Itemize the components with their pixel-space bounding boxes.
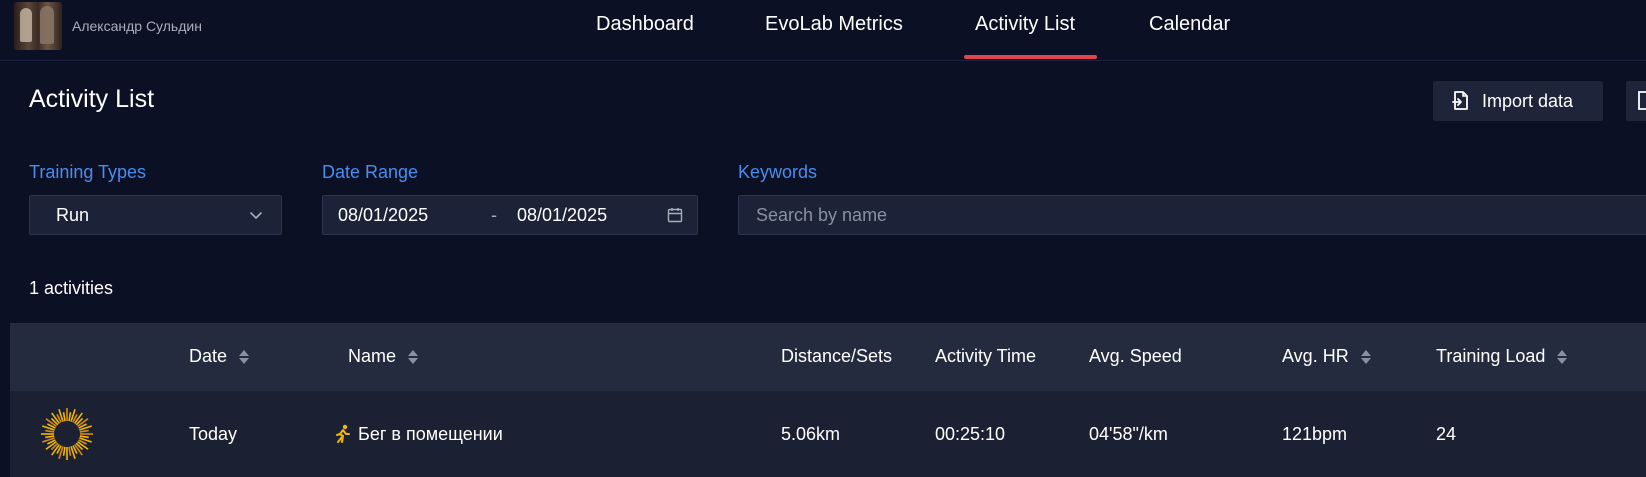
sun-ray: [62, 412, 66, 422]
export-button[interactable]: [1626, 81, 1646, 121]
column-header-activity-time: Activity Time: [935, 346, 1037, 366]
date-separator: -: [491, 205, 497, 225]
search-input[interactable]: [754, 203, 1638, 227]
activity-training-load: 24: [1436, 424, 1457, 444]
column-header-avg-speed: Avg. Speed: [1089, 346, 1182, 366]
date-range-picker[interactable]: 08/01/2025 - 08/01/2025: [322, 195, 698, 235]
avatar[interactable]: [14, 2, 62, 50]
nav-calendar[interactable]: Calendar: [1149, 13, 1230, 36]
nav-activity-list[interactable]: Activity List: [975, 13, 1075, 36]
sun-ray: [45, 429, 55, 433]
keywords-label: Keywords: [738, 162, 818, 182]
chevron-down-icon: [249, 208, 263, 222]
activity-avg-hr: 121bpm: [1282, 424, 1348, 444]
sun-burst-icon: [40, 407, 94, 461]
nav-active-indicator: [964, 55, 1097, 59]
keywords-search-field[interactable]: [738, 195, 1646, 235]
training-types-label: Training Types: [29, 162, 147, 182]
column-header-avg-hr[interactable]: Avg. HR: [1282, 346, 1371, 367]
nav-evolab-metrics[interactable]: EvoLab Metrics: [765, 13, 903, 36]
sun-ray: [79, 435, 89, 439]
activity-avg-speed: 04'58"/km: [1089, 424, 1168, 444]
import-data-button[interactable]: Import data: [1433, 81, 1603, 121]
sort-icon[interactable]: [1557, 349, 1568, 364]
sun-ray: [45, 435, 55, 439]
import-file-icon: [1452, 91, 1470, 111]
page-title: Activity List: [29, 85, 155, 113]
training-type-value: Run: [56, 204, 90, 225]
activity-time: 00:25:10: [935, 424, 1006, 444]
sun-ray: [79, 429, 89, 433]
column-header-name[interactable]: Name: [348, 346, 419, 367]
column-header-distance: Distance/Sets: [781, 346, 893, 366]
user-profile[interactable]: Александр Сульдин: [14, 2, 202, 50]
column-header-date[interactable]: Date: [189, 346, 250, 367]
activity-distance: 5.06km: [781, 424, 841, 444]
sun-ray: [68, 412, 72, 422]
import-data-label: Import data: [1482, 90, 1574, 111]
user-name: Александр Сульдин: [72, 18, 202, 34]
table-header: Date Name Distance/Sets Activity Time Av…: [10, 323, 1646, 391]
date-to[interactable]: 08/01/2025: [517, 205, 607, 226]
training-type-select[interactable]: Run: [29, 195, 282, 235]
column-header-training-load[interactable]: Training Load: [1436, 346, 1568, 367]
sun-ray: [62, 446, 66, 456]
sun-ray: [68, 446, 72, 456]
activity-name[interactable]: Бег в помещении: [358, 424, 503, 445]
date-range-label: Date Range: [322, 162, 419, 182]
nav-dashboard[interactable]: Dashboard: [596, 13, 694, 36]
activity-date: Today: [189, 424, 238, 444]
running-icon: [334, 424, 352, 449]
sort-icon[interactable]: [1360, 349, 1371, 364]
calendar-icon[interactable]: [667, 207, 683, 223]
activities-count: 1 activities: [29, 278, 114, 298]
top-navigation: Александр Сульдин Dashboard EvoLab Metri…: [0, 0, 1646, 61]
table-row[interactable]: Today Бег в помещении 5.06km 00:25:10 04…: [10, 391, 1646, 477]
sort-icon[interactable]: [239, 349, 250, 364]
export-file-icon: [1636, 91, 1646, 111]
sort-icon[interactable]: [408, 349, 419, 364]
date-from[interactable]: 08/01/2025: [338, 205, 428, 226]
